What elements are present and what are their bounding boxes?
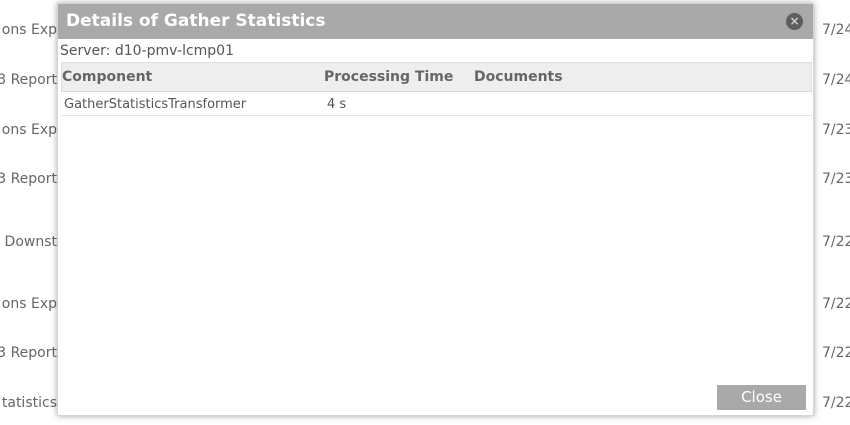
close-button[interactable]: Close: [717, 385, 806, 410]
background-list-item-name[interactable]: ons Exp: [2, 21, 57, 39]
background-list-item-date: 7/22: [822, 345, 850, 361]
dialog-title: Details of Gather Statistics: [66, 11, 326, 31]
dialog-header[interactable]: Details of Gather Statistics ×: [58, 4, 813, 39]
background-list-item-name[interactable]: 3 Report: [0, 170, 57, 188]
table-header: Component Processing Time Documents: [61, 62, 812, 92]
background-list-item-date: 7/23: [822, 171, 850, 187]
background-list-item-date: 7/24: [822, 22, 850, 38]
background-list-item-date: 7/22: [822, 395, 850, 411]
close-circle-icon[interactable]: ×: [786, 13, 803, 30]
background-list-item-name[interactable]: tatistics: [2, 394, 57, 412]
cell-component: GatherStatisticsTransformer: [64, 97, 247, 112]
cell-processing-time: 4 s: [327, 97, 347, 112]
background-list-item-date: 7/23: [822, 122, 850, 138]
background-list-dates: 7/24 7/24 7/23 7/23 7/22 7/22 7/22 7/22: [818, 0, 850, 425]
details-dialog: Details of Gather Statistics × Server: d…: [57, 3, 814, 416]
background-list-item-date: 7/24: [822, 72, 850, 88]
background-list-item-name[interactable]: ons Exp: [2, 121, 57, 139]
table-row[interactable]: GatherStatisticsTransformer 4 s: [61, 92, 812, 116]
background-list-item-name[interactable]: Downst: [5, 233, 57, 251]
background-list-item-name[interactable]: ons Exp: [2, 295, 57, 313]
column-header-documents[interactable]: Documents: [474, 69, 563, 85]
background-list-item-name[interactable]: 3 Report: [0, 344, 57, 362]
background-list-item-date: 7/22: [822, 234, 850, 250]
components-table: Component Processing Time Documents Gath…: [61, 62, 812, 116]
column-header-processing-time[interactable]: Processing Time: [324, 69, 453, 85]
background-list-item-date: 7/22: [822, 296, 850, 312]
background-list-item-name[interactable]: 3 Report: [0, 71, 57, 89]
page: ons Exp 3 Report ons Exp 3 Report Downst…: [0, 0, 850, 425]
column-header-component[interactable]: Component: [62, 69, 152, 85]
server-label: Server: d10-pmv-lcmp01: [60, 43, 234, 59]
background-list-names: ons Exp 3 Report ons Exp 3 Report Downst…: [0, 0, 58, 425]
